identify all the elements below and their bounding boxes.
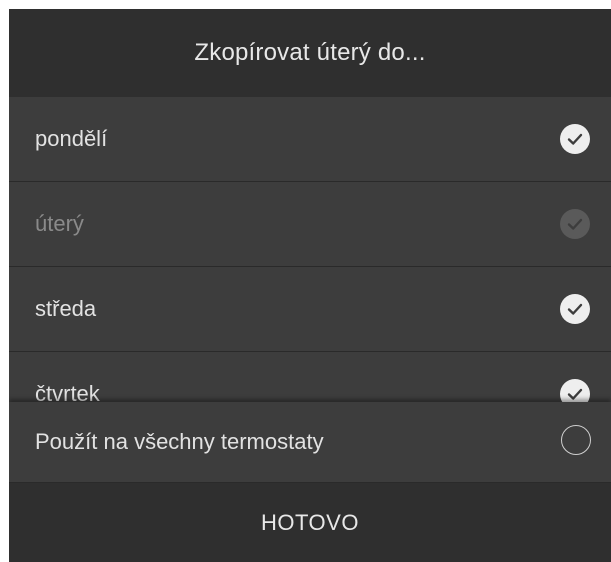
checkmark-icon[interactable] — [560, 294, 590, 324]
day-list[interactable]: pondělí úterý středa čtvrtek — [9, 97, 611, 402]
apply-all-thermostats-row[interactable]: Použít na všechny termostaty — [9, 402, 611, 483]
copy-day-dialog: Zkopírovat úterý do... pondělí úterý stř… — [9, 9, 611, 562]
day-row-tuesday: úterý — [9, 182, 611, 267]
day-label-tuesday: úterý — [35, 211, 84, 236]
day-label-monday: pondělí — [35, 126, 108, 151]
dialog-header: Zkopírovat úterý do... — [9, 9, 611, 97]
checkmark-icon[interactable] — [560, 379, 590, 402]
day-row-wednesday[interactable]: středa — [9, 267, 611, 352]
day-row-monday[interactable]: pondělí — [9, 97, 611, 182]
dialog-footer: HOTOVO — [9, 483, 611, 562]
checkmark-icon[interactable] — [560, 124, 590, 154]
radio-unchecked-icon[interactable] — [561, 425, 591, 455]
done-button[interactable]: HOTOVO — [261, 510, 359, 536]
apply-all-label: Použít na všechny termostaty — [35, 429, 324, 454]
day-label-thursday: čtvrtek — [35, 381, 100, 402]
dialog-title: Zkopírovat úterý do... — [194, 39, 426, 66]
day-label-wednesday: středa — [35, 296, 97, 321]
checkmark-icon — [560, 209, 590, 239]
day-row-thursday[interactable]: čtvrtek — [9, 352, 611, 402]
